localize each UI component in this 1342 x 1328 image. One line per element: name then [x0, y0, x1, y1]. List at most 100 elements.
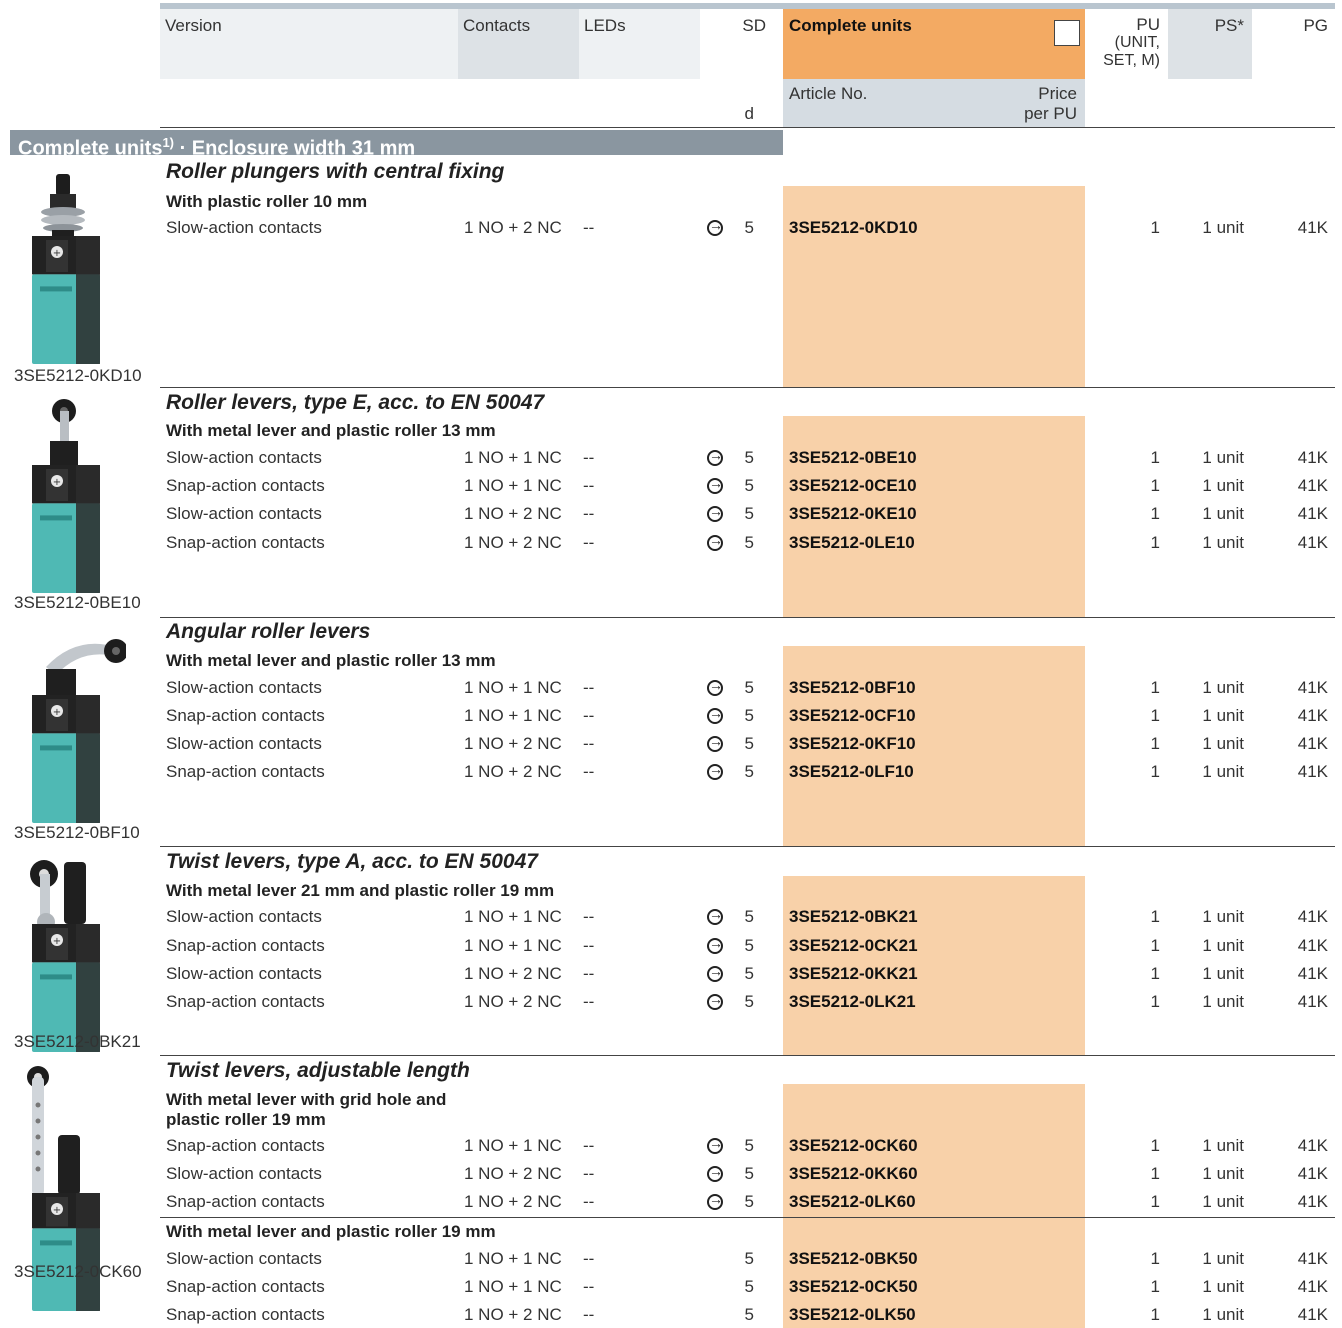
- svg-text:+: +: [53, 1205, 61, 1216]
- row-contacts: 1 NO + 1 NC: [464, 1249, 562, 1268]
- product-image: +: [16, 627, 128, 832]
- switch-illustration: +: [30, 860, 100, 1052]
- row-article-no[interactable]: 3SE5212-0KE10: [789, 504, 917, 524]
- row-ps: 1 unit: [1202, 1136, 1244, 1155]
- row-leds: --: [583, 936, 595, 955]
- svg-text:+: +: [53, 936, 61, 947]
- header-bottom-rule: [160, 127, 1335, 128]
- row-article-no[interactable]: 3SE5212-0KD10: [789, 218, 918, 238]
- header-sd: SD: [742, 16, 766, 35]
- row-contacts: 1 NO + 1 NC: [464, 1277, 562, 1296]
- group-divider: [160, 617, 1335, 618]
- row-article-no[interactable]: 3SE5212-0CK21: [789, 936, 918, 956]
- row-leds: --: [583, 1136, 595, 1155]
- row-pu: 1: [1150, 734, 1160, 753]
- row-contacts: 1 NO + 2 NC: [464, 762, 562, 781]
- row-article-no[interactable]: 3SE5212-0BE10: [789, 448, 917, 468]
- row-sd: 5: [744, 1249, 754, 1268]
- row-leds: --: [583, 1164, 595, 1183]
- row-version: Slow-action contacts: [166, 1249, 322, 1268]
- row-sd: 5: [744, 762, 754, 781]
- row-leds: --: [583, 762, 595, 781]
- header-sd-unit: d: [744, 104, 754, 123]
- row-article-no[interactable]: 3SE5212-0CK50: [789, 1277, 918, 1297]
- row-article-no[interactable]: 3SE5212-0KK21: [789, 964, 918, 984]
- row-pg: 41K: [1297, 1305, 1328, 1324]
- row-version: Snap-action contacts: [166, 1136, 325, 1155]
- row-pu: 1: [1150, 1192, 1160, 1211]
- row-article-no[interactable]: 3SE5212-0LK21: [789, 992, 916, 1012]
- row-article-no[interactable]: 3SE5212-0CE10: [789, 476, 917, 496]
- row-pg: 41K: [1297, 964, 1328, 983]
- group-title: Roller plungers with central fixing: [166, 160, 505, 183]
- row-sd: 5: [744, 1192, 754, 1211]
- row-article-no[interactable]: 3SE5212-0BF10: [789, 678, 916, 698]
- header-contacts: Contacts: [463, 16, 531, 35]
- subgroup-title: With plastic roller 10 mm: [166, 192, 368, 211]
- row-version: Slow-action contacts: [166, 448, 322, 467]
- row-contacts: 1 NO + 1 NC: [464, 1136, 562, 1155]
- row-ps: 1 unit: [1202, 706, 1244, 725]
- row-pg: 41K: [1297, 1164, 1328, 1183]
- row-ps: 1 unit: [1202, 734, 1244, 753]
- group-title: Roller levers, type E, acc. to EN 50047: [166, 391, 545, 414]
- row-ps: 1 unit: [1202, 448, 1244, 467]
- product-caption: 3SE5212-0BE10: [14, 593, 141, 612]
- row-sd: 5: [744, 678, 754, 697]
- row-article-no[interactable]: 3SE5212-0CF10: [789, 706, 916, 726]
- row-article-no[interactable]: 3SE5212-0CK60: [789, 1136, 918, 1156]
- row-article-no[interactable]: 3SE5212-0KK60: [789, 1164, 918, 1184]
- group-divider: [160, 1055, 1335, 1056]
- row-contacts: 1 NO + 2 NC: [464, 734, 562, 753]
- row-version: Slow-action contacts: [166, 964, 322, 983]
- row-version: Snap-action contacts: [166, 1305, 325, 1324]
- row-ps: 1 unit: [1202, 762, 1244, 781]
- row-pu: 1: [1150, 1277, 1160, 1296]
- row-article-no[interactable]: 3SE5212-0BK21: [789, 907, 918, 927]
- subgroup-title-line2: plastic roller 19 mm: [166, 1110, 326, 1129]
- row-pg: 41K: [1297, 1277, 1328, 1296]
- row-sd: 5: [744, 218, 754, 237]
- svg-text:+: +: [53, 477, 61, 488]
- row-version: Slow-action contacts: [166, 678, 322, 697]
- row-pg: 41K: [1297, 1249, 1328, 1268]
- row-contacts: 1 NO + 2 NC: [464, 1164, 562, 1183]
- row-article-no[interactable]: 3SE5212-0KF10: [789, 734, 916, 754]
- row-leds: --: [583, 1192, 595, 1211]
- header-version: Version: [165, 16, 222, 35]
- row-leds: --: [583, 706, 595, 725]
- header-ps: PS*: [1214, 16, 1244, 35]
- row-contacts: 1 NO + 1 NC: [464, 476, 562, 495]
- switch-illustration: +: [32, 399, 100, 593]
- row-version: Snap-action contacts: [166, 476, 325, 495]
- row-pg: 41K: [1297, 762, 1328, 781]
- row-ps: 1 unit: [1202, 1305, 1244, 1324]
- row-version: Slow-action contacts: [166, 218, 322, 237]
- row-article-no[interactable]: 3SE5212-0LK50: [789, 1305, 916, 1325]
- row-leds: --: [583, 964, 595, 983]
- product-caption: 3SE5212-0BK21: [14, 1032, 141, 1051]
- row-contacts: 1 NO + 2 NC: [464, 1305, 562, 1324]
- row-ps: 1 unit: [1202, 218, 1244, 237]
- row-version: Slow-action contacts: [166, 907, 322, 926]
- header-checkbox[interactable]: [1054, 20, 1080, 46]
- row-sd: 5: [744, 1305, 754, 1324]
- header-price-line1: Price: [1038, 84, 1077, 103]
- row-sd: 5: [744, 706, 754, 725]
- row-pu: 1: [1150, 533, 1160, 552]
- row-leds: --: [583, 1249, 595, 1268]
- row-pg: 41K: [1297, 706, 1328, 725]
- row-sd: 5: [744, 936, 754, 955]
- product-image: +: [16, 397, 126, 602]
- row-version: Snap-action contacts: [166, 992, 325, 1011]
- row-article-no[interactable]: 3SE5212-0LK60: [789, 1192, 916, 1212]
- row-version: Snap-action contacts: [166, 762, 325, 781]
- row-ps: 1 unit: [1202, 504, 1244, 523]
- row-sd: 5: [744, 448, 754, 467]
- row-article-no[interactable]: 3SE5212-0LF10: [789, 762, 914, 782]
- row-contacts: 1 NO + 1 NC: [464, 678, 562, 697]
- row-sd: 5: [744, 907, 754, 926]
- row-article-no[interactable]: 3SE5212-0LE10: [789, 533, 915, 553]
- row-pg: 41K: [1297, 734, 1328, 753]
- row-article-no[interactable]: 3SE5212-0BK50: [789, 1249, 918, 1269]
